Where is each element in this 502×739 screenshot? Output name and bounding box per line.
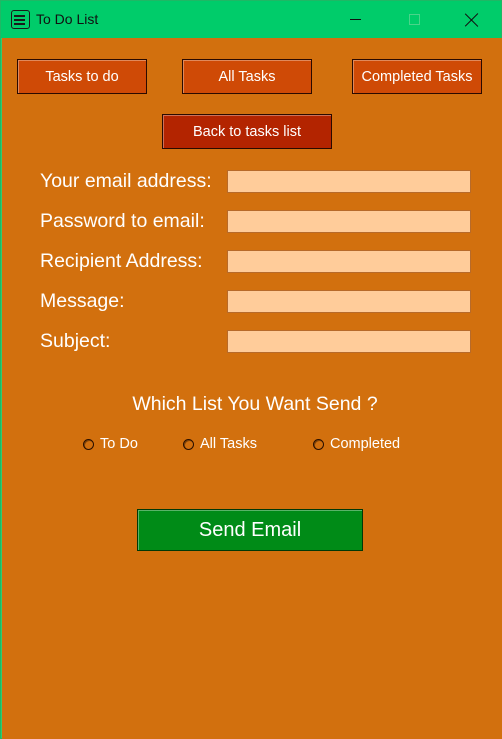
- radio-all-tasks-label: All Tasks: [200, 436, 257, 452]
- completed-tasks-button[interactable]: Completed Tasks: [352, 59, 482, 94]
- maximize-icon: [408, 14, 420, 25]
- recipient-label: Recipient Address:: [40, 250, 203, 272]
- radio-to-do-label: To Do: [100, 436, 138, 452]
- password-field[interactable]: [227, 210, 471, 233]
- message-field[interactable]: [227, 290, 471, 313]
- app-window: To Do List Tasks to do All Tasks Complet…: [0, 0, 502, 739]
- minimize-button[interactable]: [332, 1, 378, 38]
- radio-button-icon[interactable]: [83, 438, 94, 450]
- radio-button-icon[interactable]: [183, 438, 194, 450]
- radio-completed-label: Completed: [330, 436, 401, 452]
- password-label: Password to email:: [40, 210, 205, 232]
- minimize-icon: [349, 19, 361, 20]
- radio-completed[interactable]: Completed: [313, 436, 400, 452]
- radio-all-tasks[interactable]: All Tasks: [183, 436, 257, 452]
- window-title: To Do List: [36, 11, 99, 27]
- email-field[interactable]: [227, 170, 471, 193]
- tasks-to-do-button[interactable]: Tasks to do: [17, 59, 147, 94]
- back-to-tasks-button[interactable]: Back to tasks list: [162, 114, 332, 149]
- close-icon: [465, 13, 479, 27]
- recipient-field[interactable]: [227, 250, 471, 273]
- close-button[interactable]: [449, 1, 495, 38]
- message-label: Message:: [40, 290, 125, 312]
- title-bar[interactable]: To Do List: [1, 1, 501, 38]
- list-choice-question: Which List You Want Send ?: [132, 393, 378, 415]
- subject-field[interactable]: [227, 330, 471, 353]
- list-icon: [11, 10, 30, 29]
- subject-label: Subject:: [40, 330, 111, 352]
- send-email-button[interactable]: Send Email: [137, 509, 363, 551]
- main-panel: Tasks to do All Tasks Completed Tasks Ba…: [2, 38, 502, 739]
- radio-to-do[interactable]: To Do: [83, 436, 138, 452]
- all-tasks-button[interactable]: All Tasks: [182, 59, 312, 94]
- maximize-button[interactable]: [391, 1, 437, 38]
- email-label: Your email address:: [40, 170, 212, 192]
- radio-button-icon[interactable]: [313, 438, 324, 450]
